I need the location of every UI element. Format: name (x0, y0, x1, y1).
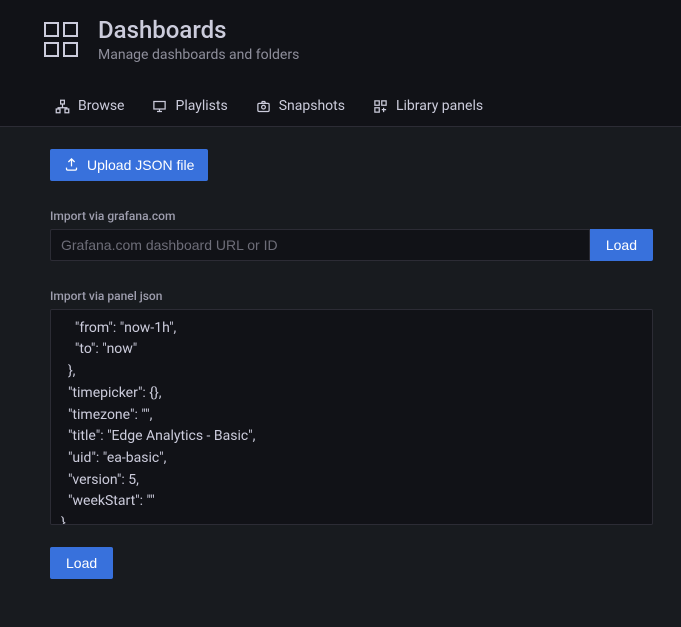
upload-button-label: Upload JSON file (87, 157, 194, 173)
tab-browse[interactable]: Browse (55, 86, 124, 126)
page-header: Dashboards Manage dashboards and folders (0, 16, 681, 63)
tab-playlists[interactable]: Playlists (152, 86, 227, 126)
tab-label: Library panels (396, 98, 483, 114)
import-content: Upload JSON file Import via grafana.com … (0, 127, 681, 627)
dashboards-icon (44, 22, 80, 58)
tab-library-panels[interactable]: Library panels (373, 86, 483, 126)
tab-snapshots[interactable]: Snapshots (256, 86, 345, 126)
library-panel-icon (373, 99, 388, 114)
grafana-load-button[interactable]: Load (590, 229, 653, 261)
json-import-label: Import via panel json (50, 289, 653, 303)
upload-json-button[interactable]: Upload JSON file (50, 149, 208, 181)
camera-icon (256, 99, 271, 114)
presentation-icon (152, 99, 167, 114)
page-subtitle: Manage dashboards and folders (98, 47, 299, 63)
page-title: Dashboards (98, 16, 299, 45)
sitemap-icon (55, 99, 70, 114)
tab-label: Browse (78, 98, 124, 114)
upload-icon (64, 157, 79, 172)
panel-json-textarea[interactable] (50, 309, 653, 525)
tabs-bar: Browse Playlists Snapshots Library panel… (0, 87, 681, 127)
tab-label: Playlists (175, 98, 227, 114)
grafana-import-label: Import via grafana.com (50, 209, 653, 223)
grafana-url-input[interactable] (50, 229, 590, 261)
json-load-button[interactable]: Load (50, 547, 113, 579)
tab-label: Snapshots (279, 98, 345, 114)
